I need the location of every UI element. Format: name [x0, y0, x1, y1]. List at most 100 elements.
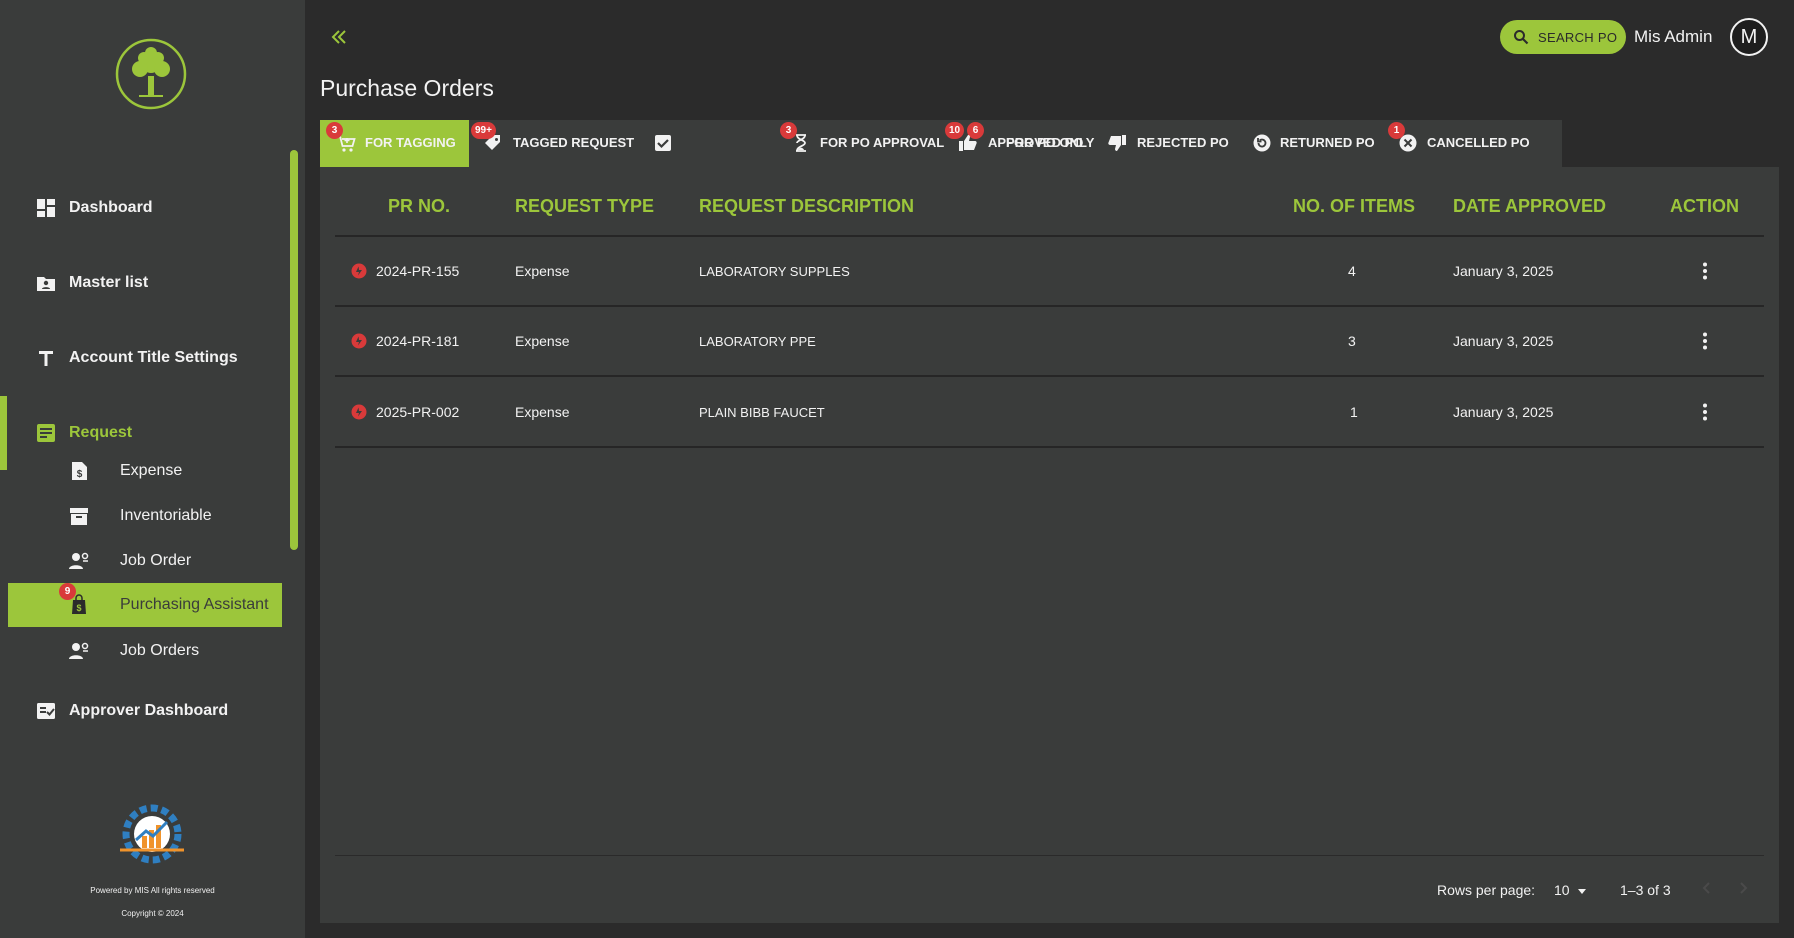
- more-options-icon[interactable]: [1702, 331, 1708, 351]
- notification-badge: 9: [59, 583, 76, 600]
- alert-icon: [351, 263, 367, 279]
- sidebar-item-approver-dashboard[interactable]: Approver Dashboard: [0, 688, 290, 734]
- cell-date-approved: January 3, 2025: [1453, 404, 1554, 420]
- tab-returned-po[interactable]: RETURNED PO: [1240, 120, 1387, 167]
- cell-pr-no: 2025-PR-002: [376, 404, 460, 420]
- sidebar-subitem-expense[interactable]: $ Expense: [0, 452, 290, 490]
- tree-logo-icon: [115, 38, 187, 110]
- column-header-pr-no: PR NO.: [388, 196, 451, 216]
- avatar[interactable]: M: [1730, 18, 1768, 56]
- request-icon: [37, 424, 55, 442]
- return-icon: [1253, 134, 1271, 152]
- pagination-range: 1–3 of 3: [1620, 882, 1671, 898]
- tab-tagged-request[interactable]: 99+ TAGGED REQUEST: [469, 120, 639, 167]
- sidebar-item-label: Request: [69, 424, 133, 441]
- row-divider: [335, 446, 1764, 448]
- search-icon: [1514, 30, 1529, 45]
- sidebar-subitem-job-order[interactable]: Job Order: [0, 542, 290, 580]
- cell-request-description: PLAIN BIBB FAUCET: [699, 405, 825, 420]
- cell-request-type: Expense: [515, 333, 570, 349]
- svg-text:$: $: [76, 603, 81, 613]
- column-header-request-description: REQUEST DESCRIPTION: [699, 196, 915, 216]
- briefcase-icon: [35, 769, 57, 771]
- sidebar-item-request[interactable]: Request: [0, 396, 290, 470]
- dropdown-arrow-icon: [1578, 889, 1587, 895]
- tab-for-po-approval[interactable]: 3 FOR PO APPROVAL: [778, 120, 944, 167]
- sidebar-item-dashboard[interactable]: Dashboard: [0, 185, 290, 231]
- tab-badge: 1: [1388, 122, 1405, 139]
- tab-badge: 10: [945, 122, 965, 139]
- sidebar-nav: Dashboard Master list Account Title Sett…: [0, 145, 305, 785]
- sidebar-item-label: Approver Dashboard: [69, 702, 229, 719]
- cell-no-of-items: 3: [1348, 333, 1356, 349]
- column-header-date-approved: DATE APPROVED: [1453, 196, 1607, 216]
- pagination-divider: [335, 855, 1764, 856]
- cell-date-approved: January 3, 2025: [1453, 263, 1554, 279]
- page-title: Purchase Orders: [320, 75, 494, 101]
- alert-icon: [351, 333, 367, 349]
- cell-date-approved: January 3, 2025: [1453, 333, 1554, 349]
- tab-for-po-only[interactable]: 6 FOR PO ONLY: [639, 120, 1094, 167]
- rows-per-page-select[interactable]: 10: [1554, 882, 1587, 898]
- rows-per-page-value: 10: [1554, 882, 1570, 898]
- tab-for-tagging[interactable]: 3 FOR TAGGING: [320, 120, 469, 167]
- table-panel: [320, 167, 1779, 923]
- sidebar-subitem-inventoriable[interactable]: Inventoriable: [0, 497, 290, 535]
- next-page-icon[interactable]: [1735, 880, 1751, 896]
- column-header-action: ACTION: [1670, 196, 1739, 216]
- tab-label: RETURNED PO: [1280, 135, 1375, 150]
- sidebar-item-master-list[interactable]: Master list: [0, 260, 290, 306]
- tab-label: FOR TAGGING: [365, 135, 456, 150]
- tab-rejected-po[interactable]: REJECTED PO: [1095, 120, 1240, 167]
- tab-label: TAGGED REQUEST: [513, 135, 635, 150]
- header-divider: [335, 235, 1764, 237]
- sidebar-scrollbar[interactable]: [290, 150, 298, 550]
- sidebar-subitem-label: Expense: [120, 462, 183, 479]
- sidebar-subitem-label: Job Order: [120, 552, 192, 569]
- mis-logo-icon: [120, 804, 184, 864]
- po-tabs: 3 FOR TAGGING 99+ TAGGED REQUEST 6 FOR P…: [320, 120, 1562, 167]
- tab-label: REJECTED PO: [1137, 135, 1229, 150]
- archive-icon: [70, 508, 88, 525]
- expense-icon: $: [72, 462, 87, 480]
- collapse-sidebar-icon[interactable]: [330, 28, 348, 46]
- cell-no-of-items: 1: [1350, 404, 1358, 420]
- sidebar-item-label: Dashboard: [69, 199, 153, 216]
- sidebar-subitem-job-orders[interactable]: Job Orders: [0, 632, 290, 670]
- cell-pr-no: 2024-PR-181: [376, 333, 460, 349]
- tab-badge: 99+: [471, 122, 496, 139]
- column-header-no-of-items: NO. OF ITEMS: [1293, 196, 1416, 216]
- footer-copyright: Copyright © 2024: [121, 909, 184, 918]
- check-box-icon: [655, 135, 671, 151]
- sidebar-item-account-title-settings[interactable]: Account Title Settings: [0, 335, 290, 381]
- sidebar-item-label: Account Title Settings: [69, 349, 238, 366]
- cell-request-type: Expense: [515, 404, 570, 420]
- cell-request-description: LABORATORY PPE: [699, 334, 816, 349]
- sidebar: Dashboard Master list Account Title Sett…: [0, 0, 305, 938]
- previous-page-icon[interactable]: [1699, 880, 1715, 896]
- rows-per-page-label: Rows per page:: [1437, 882, 1536, 898]
- sidebar-item-cutoff[interactable]: [0, 761, 290, 771]
- row-divider: [335, 305, 1764, 307]
- job-order-icon: [69, 552, 89, 569]
- more-options-icon[interactable]: [1702, 261, 1708, 281]
- more-options-icon[interactable]: [1702, 402, 1708, 422]
- tab-cancelled-po[interactable]: 1 CANCELLED PO: [1387, 120, 1530, 167]
- sidebar-subitem-label: Job Orders: [120, 642, 200, 659]
- tab-badge: 3: [326, 122, 343, 139]
- cell-no-of-items: 4: [1348, 263, 1356, 279]
- master-list-icon: [37, 277, 55, 291]
- row-divider: [335, 375, 1764, 377]
- tab-label: APPROVED PO: [988, 135, 1084, 150]
- tab-approved-po[interactable]: 10 APPROVED PO: [943, 120, 1095, 167]
- cell-request-type: Expense: [515, 263, 570, 279]
- dashboard-icon: [37, 199, 55, 217]
- sidebar-subitem-purchasing-assistant[interactable]: $ 9 Purchasing Assistant: [8, 583, 282, 627]
- sidebar-subitem-label: Purchasing Assistant: [120, 596, 269, 613]
- sidebar-subitem-label: Inventoriable: [120, 507, 212, 524]
- column-header-request-type: REQUEST TYPE: [515, 196, 655, 216]
- footer-powered: Powered by MIS All rights reserved: [90, 886, 215, 895]
- text-icon: [39, 351, 53, 366]
- search-po-button[interactable]: SEARCH PO: [1500, 20, 1626, 54]
- cell-pr-no: 2024-PR-155: [376, 263, 460, 279]
